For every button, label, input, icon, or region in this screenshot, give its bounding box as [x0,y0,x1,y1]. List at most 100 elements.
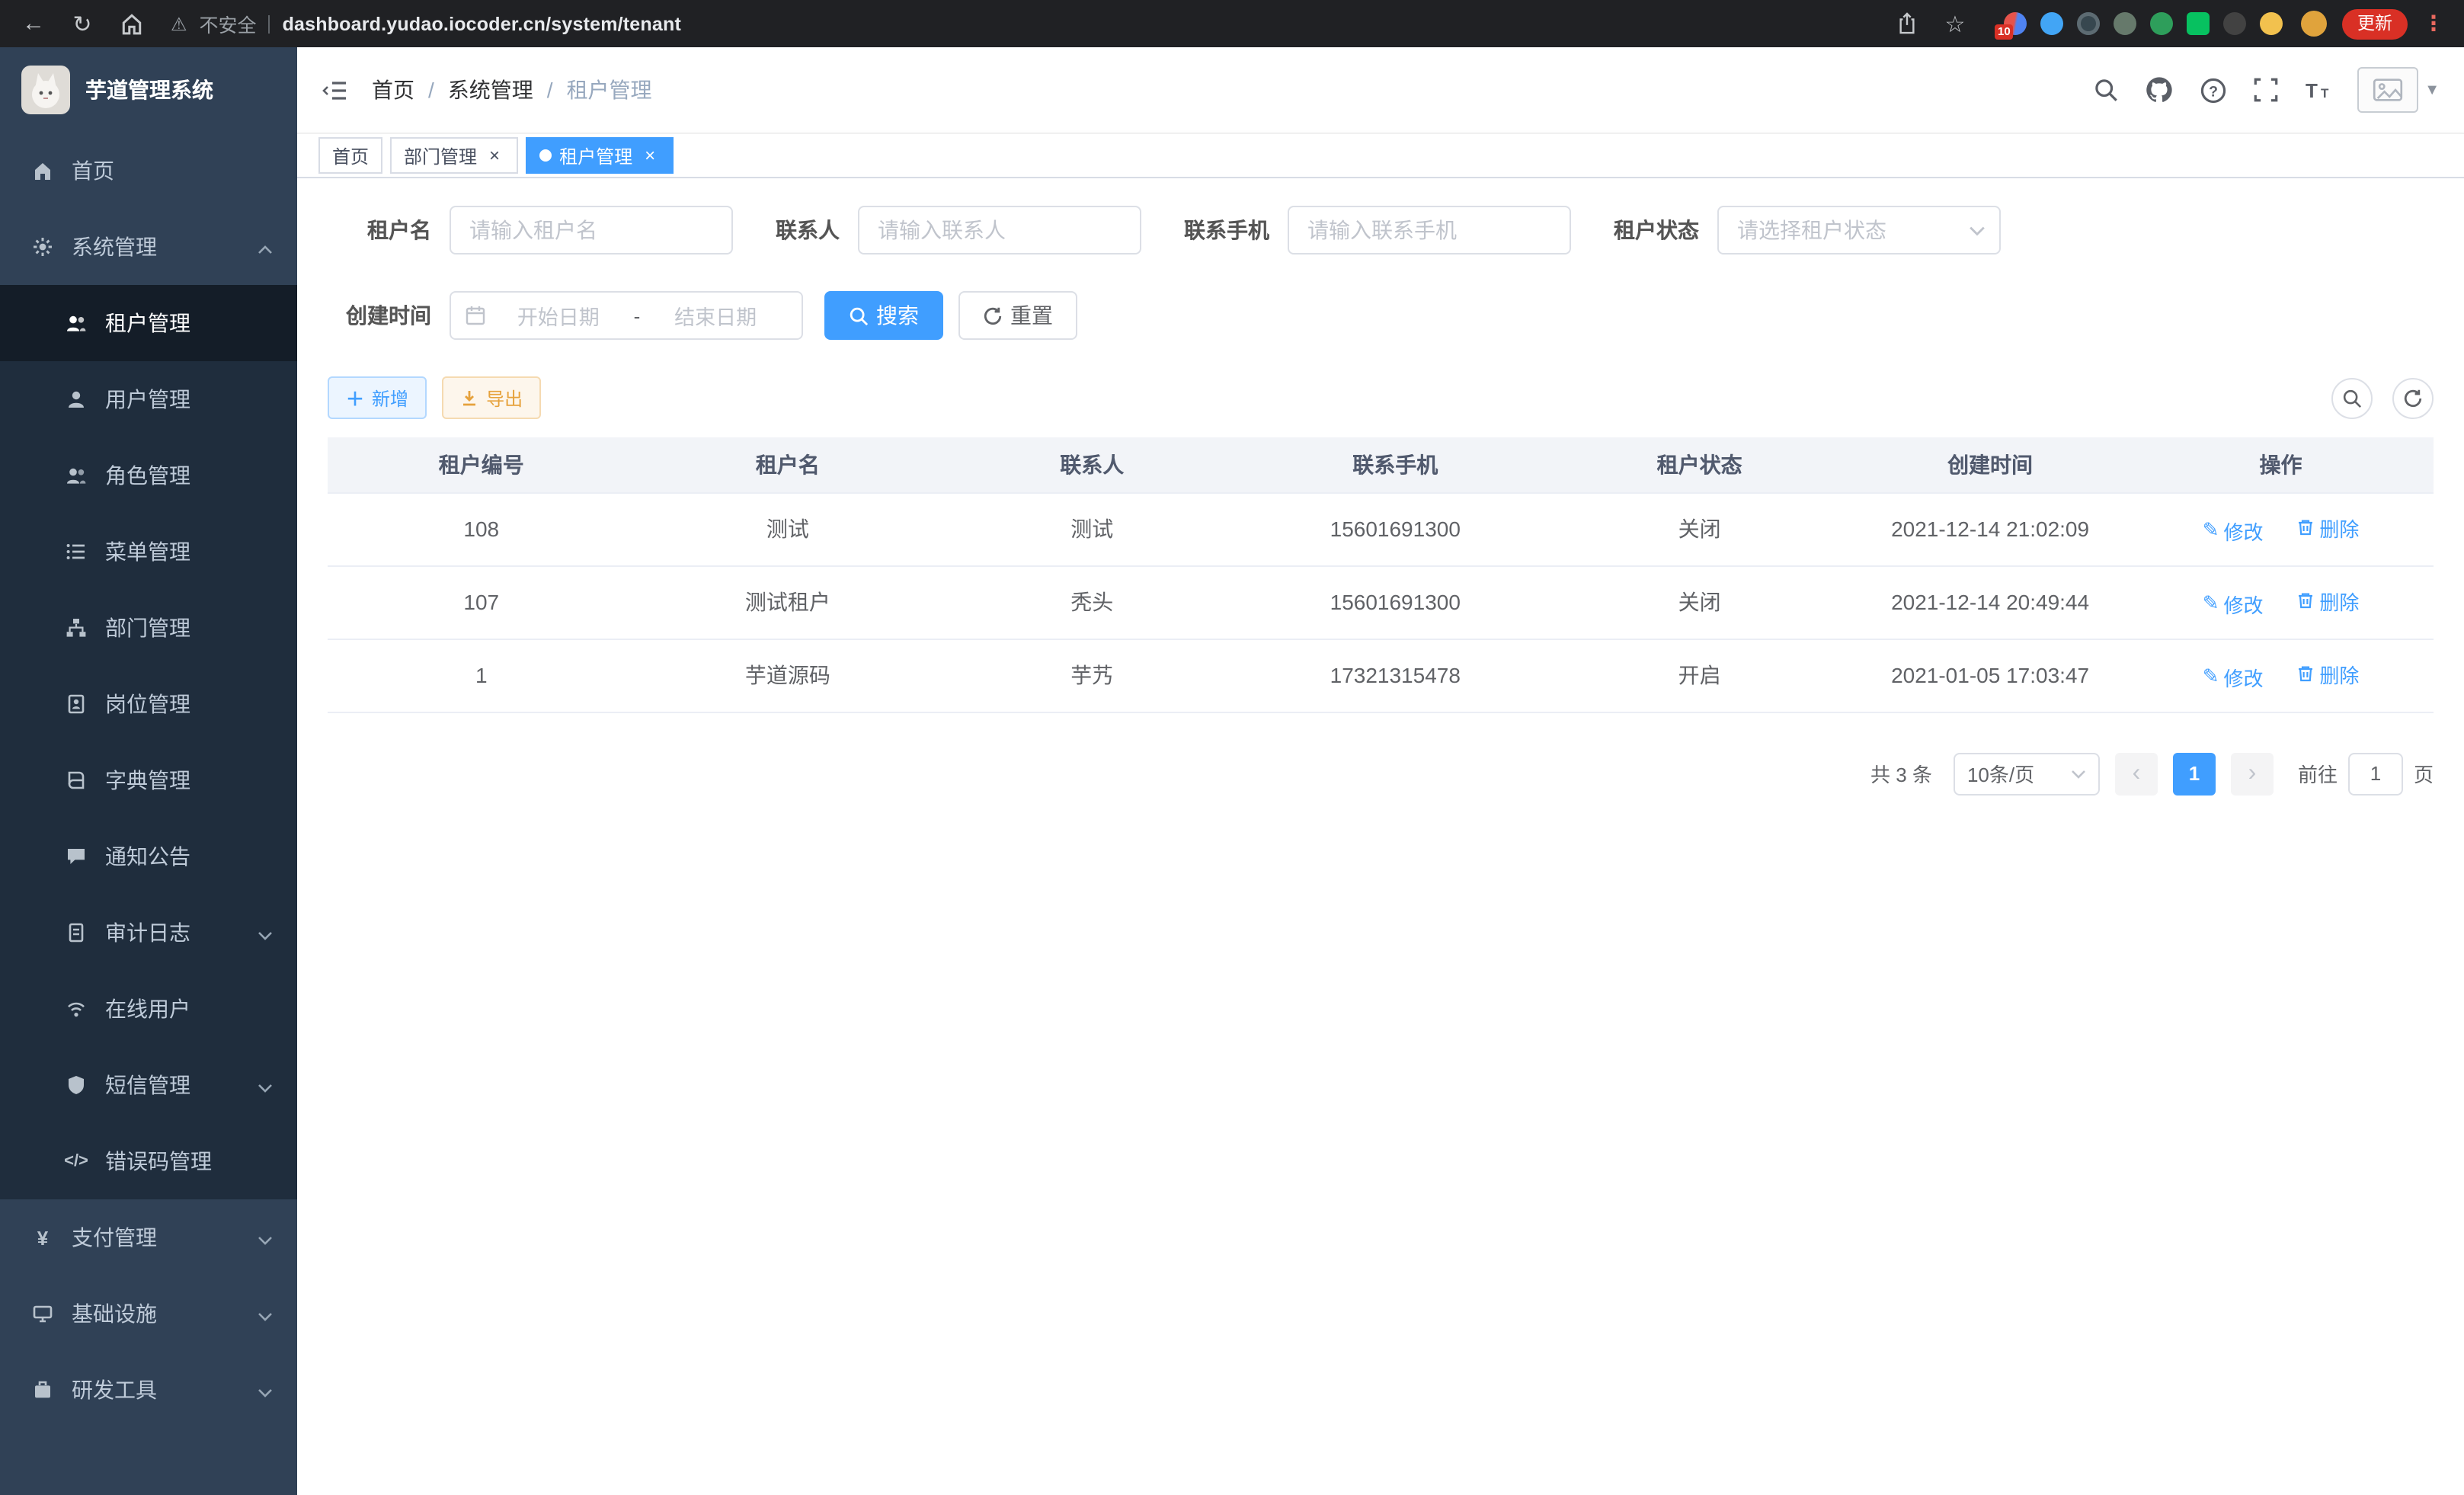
page-size-select[interactable]: 10条/页 [1954,752,2100,795]
sidebar-item-label: 错误码管理 [105,1146,212,1176]
help-button[interactable]: ? [2197,75,2228,105]
avatar [2357,67,2418,113]
table-toolbar: ＋ 新增 导出 [328,376,2434,419]
sidebar-item-post[interactable]: 岗位管理 [0,666,297,742]
extension-icon-5[interactable] [2150,12,2173,35]
font-size-button[interactable]: TT [2304,75,2334,105]
edit-button[interactable]: ✎修改 [2203,662,2264,691]
delete-button[interactable]: 删除 [2296,659,2359,688]
cell-phone: 17321315478 [1243,639,1547,712]
search-button[interactable]: 搜索 [824,291,943,340]
header-search-button[interactable] [2091,75,2121,105]
contact-input[interactable] [858,206,1141,255]
sidebar-item-label: 岗位管理 [105,689,190,719]
page-number-button[interactable]: 1 [2173,752,2216,795]
cell-status: 关闭 [1547,492,1852,565]
edit-button[interactable]: ✎修改 [2203,516,2264,545]
toggle-search-button[interactable] [2331,377,2373,418]
trash-icon [2296,664,2315,683]
sidebar-item-label: 通知公告 [105,841,190,872]
refresh-table-button[interactable] [2392,377,2434,418]
goto-page-input[interactable] [2348,752,2403,795]
tenant-users-icon [64,312,88,334]
plus-icon: ＋ [346,385,364,411]
sidebar-toggle-button[interactable] [322,78,347,101]
phone-input[interactable] [1288,206,1571,255]
extension-icon-4[interactable] [2114,12,2136,35]
next-page-button[interactable]: › [2231,752,2274,795]
update-button[interactable]: 更新 [2342,8,2408,39]
extension-icon-2[interactable] [2040,12,2063,35]
extension-icon-7[interactable] [2223,12,2246,35]
app-logo[interactable]: 芋道管理系统 [0,47,297,133]
url-text[interactable]: dashboard.yudao.iocoder.cn/system/tenant [283,13,681,34]
tag-dept[interactable]: 部门管理 × [390,137,518,174]
sidebar-item-label: 系统管理 [72,232,157,262]
broken-image-icon [2373,78,2403,102]
close-icon[interactable]: × [485,146,504,165]
add-button[interactable]: ＋ 新增 [328,376,427,419]
table-header-row: 租户编号 租户名 联系人 联系手机 租户状态 创建时间 操作 [328,437,2434,492]
extension-icon-6[interactable] [2187,12,2210,35]
close-icon[interactable]: × [640,146,660,165]
security-label[interactable]: 不安全 [200,9,257,38]
sidebar-item-user[interactable]: 用户管理 [0,361,297,437]
bookmark-star-button[interactable]: ☆ [1937,5,1973,42]
user-avatar-menu[interactable]: ▼ [2357,67,2440,113]
sidebar-item-sms[interactable]: 短信管理 [0,1047,297,1123]
tag-tenant-active[interactable]: 租户管理 × [526,137,674,174]
github-link-button[interactable] [2144,75,2174,105]
sidebar-item-dev-tools[interactable]: 研发工具 [0,1352,297,1428]
tag-home[interactable]: 首页 [318,137,382,174]
tag-label: 首页 [332,142,369,168]
tag-label: 部门管理 [404,142,477,168]
reset-button[interactable]: 重置 [958,291,1077,340]
tenant-name-input[interactable] [450,206,733,255]
sidebar-item-notice[interactable]: 通知公告 [0,818,297,895]
sidebar-item-home[interactable]: 首页 [0,133,297,209]
sidebar-item-dict[interactable]: 字典管理 [0,742,297,818]
select-placeholder: 请选择租户状态 [1737,215,1886,245]
browser-profile-avatar[interactable] [2301,11,2327,37]
gear-icon [30,236,55,258]
cell-actions: ✎修改 删除 [2128,492,2434,565]
delete-button[interactable]: 删除 [2296,586,2359,615]
sidebar-item-dept[interactable]: 部门管理 [0,590,297,666]
breadcrumb-system[interactable]: 系统管理 [448,75,533,105]
col-header-created: 创建时间 [1852,437,2128,492]
reload-button[interactable]: ↻ [64,5,101,42]
sidebar-item-system[interactable]: 系统管理 [0,209,297,285]
sidebar-item-tenant[interactable]: 租户管理 [0,285,297,361]
sidebar-item-online-users[interactable]: 在线用户 [0,971,297,1047]
delete-button[interactable]: 删除 [2296,513,2359,542]
home-icon [120,12,142,35]
tenant-status-select[interactable]: 请选择租户状态 [1717,206,2001,255]
sidebar-item-error-code[interactable]: </> 错误码管理 [0,1123,297,1199]
sidebar-item-menu[interactable]: 菜单管理 [0,514,297,590]
prev-page-button[interactable]: ‹ [2115,752,2158,795]
home-button[interactable] [113,5,149,42]
back-button[interactable]: ← [15,5,52,42]
status-label: 租户状态 [1614,215,1699,245]
extension-icon-1[interactable]: 10 [2004,12,2027,35]
breadcrumb-home[interactable]: 首页 [372,75,414,105]
fullscreen-button[interactable] [2251,75,2281,105]
sidebar-item-infra[interactable]: 基础设施 [0,1276,297,1352]
extension-icon-3[interactable] [2077,12,2100,35]
create-time-label: 创建时间 [328,300,431,331]
sidebar-item-payment[interactable]: ¥ 支付管理 [0,1199,297,1276]
extension-icon-8[interactable] [2260,12,2283,35]
sidebar-item-label: 菜单管理 [105,536,190,567]
sidebar-item-audit-log[interactable]: 审计日志 [0,895,297,971]
chevron-down-icon [2071,769,2086,778]
export-button[interactable]: 导出 [442,376,541,419]
edit-button[interactable]: ✎修改 [2203,589,2264,618]
address-bar[interactable]: ⚠ 不安全 dashboard.yudao.iocoder.cn/system/… [171,9,1867,38]
date-separator: - [631,304,644,327]
sidebar-item-role[interactable]: 角色管理 [0,437,297,514]
calendar-icon [465,305,486,326]
browser-menu-button[interactable]: ⋮ [2418,11,2449,37]
monitor-icon [30,1303,55,1324]
create-time-range-picker[interactable]: 开始日期 - 结束日期 [450,291,803,340]
share-button[interactable] [1888,5,1925,42]
